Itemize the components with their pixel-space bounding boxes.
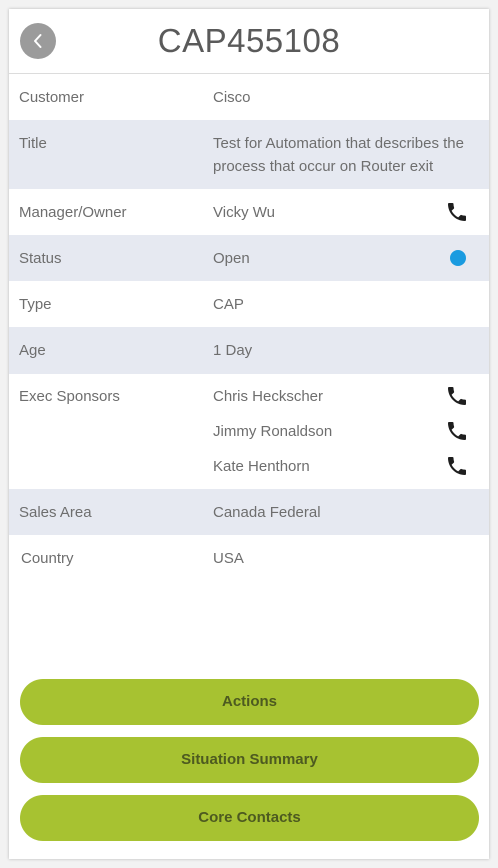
row-country: Country USA [9,535,489,581]
app-frame: CAP455108 Customer Cisco Title Test for … [9,9,489,859]
phone-icon[interactable] [445,384,469,408]
phone-icon[interactable] [445,419,469,443]
title-value-line2: process that occur on Router exit [213,158,434,175]
title-label: Title [19,135,47,152]
manager-value: Vicky Wu [213,204,275,221]
sales-area-label: Sales Area [19,504,92,521]
detail-list: Customer Cisco Title Test for Automation… [9,74,489,581]
status-label: Status [19,250,62,267]
phone-icon[interactable] [445,200,469,224]
exec-sponsor-name: Jimmy Ronaldson [213,423,333,440]
age-label: Age [19,342,46,359]
header: CAP455108 [9,9,489,74]
type-label: Type [19,296,52,313]
back-button[interactable] [20,23,56,59]
row-status: Status Open [9,235,489,281]
country-label: Country [21,550,74,567]
row-sales-area: Sales Area Canada Federal [9,489,489,535]
status-dot-icon [450,250,466,266]
row-type: Type CAP [9,281,489,327]
situation-summary-button[interactable]: Situation Summary [20,737,479,783]
title-value-line1: Test for Automation that describes the [213,135,464,152]
manager-label: Manager/Owner [19,204,127,221]
sales-area-value: Canada Federal [213,504,321,521]
row-customer: Customer Cisco [9,74,489,120]
customer-value: Cisco [213,89,251,106]
action-buttons: Actions Situation Summary Core Contacts [20,679,479,853]
row-title: Title Test for Automation that describes… [9,120,489,189]
chevron-left-icon [34,34,42,48]
phone-icon[interactable] [445,454,469,478]
country-value: USA [213,550,244,567]
age-value: 1 Day [213,342,253,359]
row-age: Age 1 Day [9,327,489,374]
customer-label: Customer [19,89,85,106]
actions-button[interactable]: Actions [20,679,479,725]
core-contacts-button[interactable]: Core Contacts [20,795,479,841]
row-manager: Manager/Owner Vicky Wu [9,189,489,235]
status-value: Open [213,250,250,267]
page-title: CAP455108 [157,22,341,59]
row-exec-sponsors: Exec Sponsors Chris Heckscher Jimmy Rona… [9,374,489,489]
type-value: CAP [213,296,244,313]
exec-sponsor-name: Chris Heckscher [213,388,324,405]
exec-sponsors-label: Exec Sponsors [19,388,120,405]
exec-sponsor-name: Kate Henthorn [213,458,310,475]
